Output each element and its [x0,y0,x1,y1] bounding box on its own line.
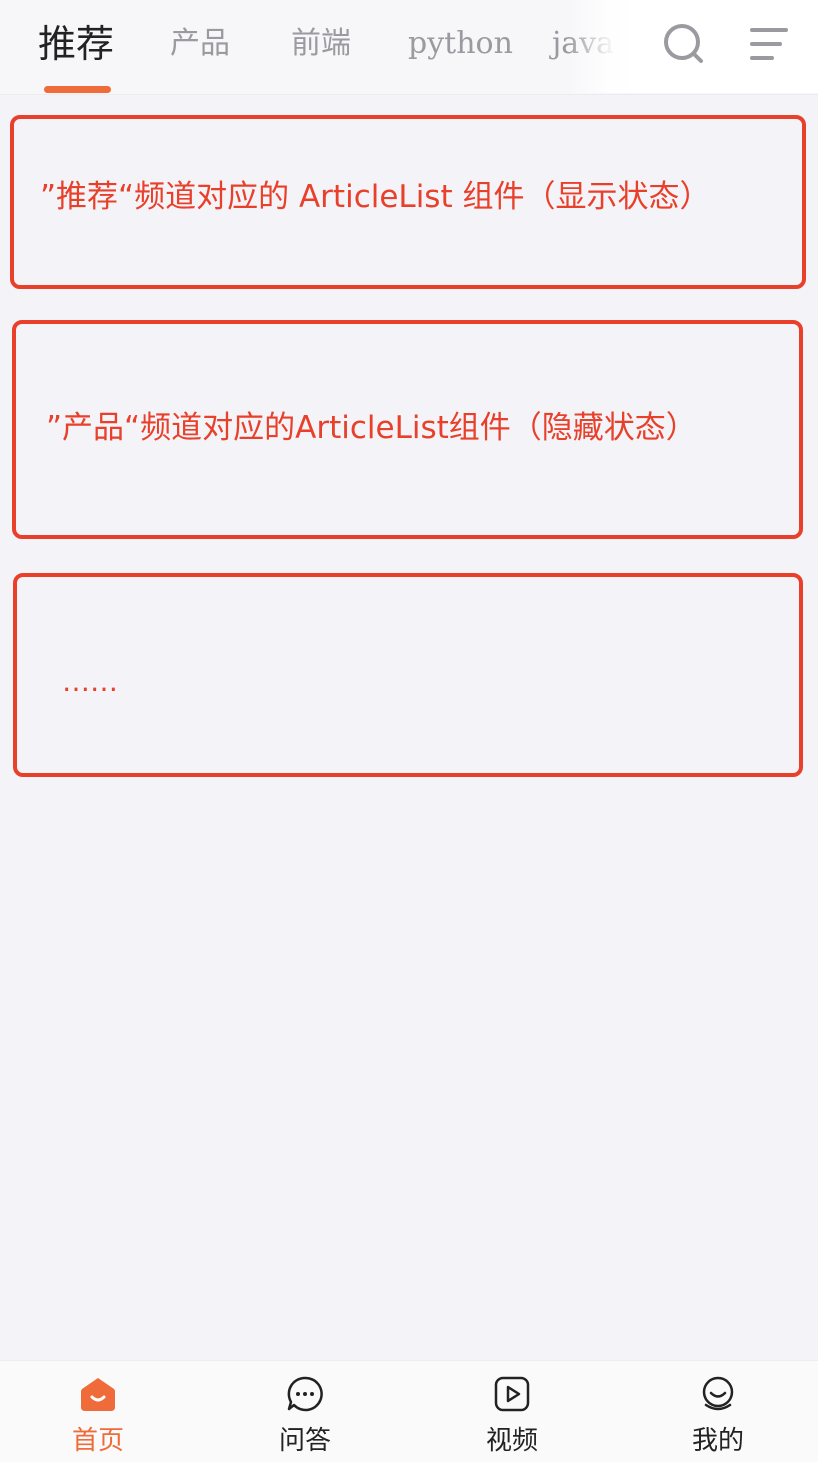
video-play-icon [494,1376,530,1412]
box-label: ”推荐“频道对应的 ArticleList 组件（显示状态） [40,179,711,215]
article-list-visible-box: ”推荐“频道对应的 ArticleList 组件（显示状态） [10,115,806,289]
tab-python[interactable]: python [408,0,513,90]
search-icon [664,24,703,63]
more-lists-box: …… [13,573,803,777]
article-list-hidden-box: ”产品“频道对应的ArticleList组件（隐藏状态） [12,320,803,539]
nav-qa-label: 问答 [278,1426,331,1456]
box-label: …… [62,665,118,698]
menu-icon [750,28,788,60]
nav-video-label: 视频 [485,1426,538,1456]
search-button[interactable] [660,20,708,68]
nav-video[interactable]: 视频 [442,1361,582,1462]
bottom-tab-bar: 首页 问答 视频 我的 [0,1360,818,1462]
box-label: ”产品“频道对应的ArticleList组件（隐藏状态） [46,410,697,446]
nav-profile[interactable]: 我的 [648,1361,788,1462]
tab-recommend[interactable]: 推荐 [38,0,114,90]
active-tab-indicator [44,86,111,93]
nav-home[interactable]: 首页 [28,1361,168,1462]
app-page: 推荐 产品 前端 python java ”推荐“频道对应的 ArticleLi… [0,0,818,1462]
tab-frontend[interactable]: 前端 [291,0,351,90]
nav-qa[interactable]: 问答 [235,1361,375,1462]
home-icon [81,1378,115,1411]
nav-home-label: 首页 [71,1426,124,1456]
chat-bubble-icon [287,1376,323,1412]
channel-tab-bar: 推荐 产品 前端 python java [0,0,818,95]
channel-menu-button[interactable] [746,20,794,68]
tab-product[interactable]: 产品 [170,0,230,90]
nav-profile-label: 我的 [691,1426,744,1456]
user-face-icon [702,1376,734,1411]
